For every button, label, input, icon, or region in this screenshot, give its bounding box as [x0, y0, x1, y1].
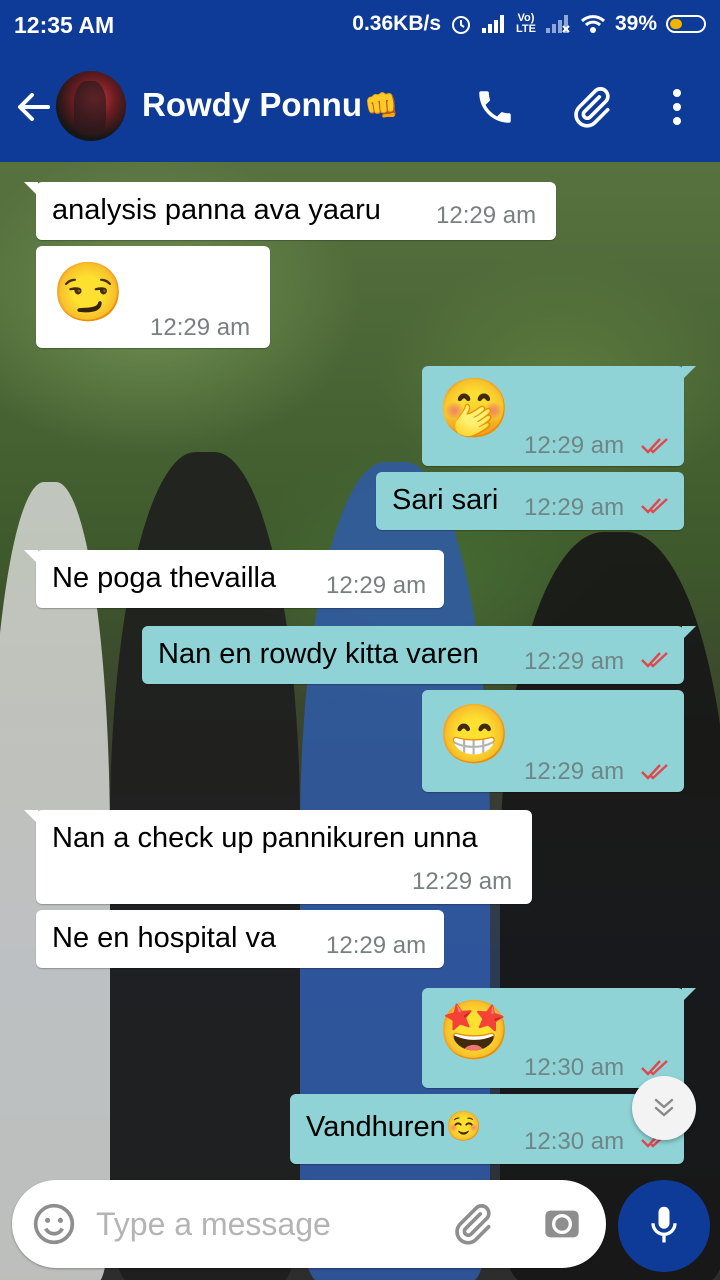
- message-time: 12:29 am: [412, 868, 513, 895]
- message-text: Ne en hospital va: [52, 922, 277, 954]
- outgoing-message[interactable]: Nan en rowdy kitta varen 12:29 am: [142, 626, 696, 684]
- read-receipt-icon: [641, 652, 668, 668]
- battery-percent: 39%: [614, 12, 657, 35]
- message-time: 12:29 am: [524, 758, 625, 785]
- message-composer: Type a message: [12, 1180, 606, 1268]
- message-time: 12:29 am: [326, 932, 427, 959]
- mic-button[interactable]: [618, 1180, 710, 1272]
- message-emoji: 😁: [438, 702, 511, 767]
- message-input[interactable]: Type a message: [96, 1206, 331, 1243]
- incoming-message[interactable]: Nan a check up pannikuren unna 12:29 am: [24, 810, 532, 904]
- attach-icon[interactable]: [566, 82, 616, 132]
- message-time: 12:29 am: [326, 572, 427, 599]
- message-text: Vandhuren☺️: [306, 1111, 482, 1143]
- wifi-icon: [580, 14, 606, 34]
- mic-icon: [651, 1206, 677, 1243]
- incoming-message[interactable]: Ne poga thevailla 12:29 am: [24, 550, 444, 608]
- message-time: 12:29 am: [524, 432, 625, 459]
- read-receipt-icon: [641, 764, 668, 780]
- message-time: 12:29 am: [436, 202, 537, 229]
- message-time: 12:30 am: [524, 1054, 625, 1081]
- more-options-icon[interactable]: [652, 82, 702, 132]
- status-icons: 0.36KB/s Vo) LTE 39%: [352, 12, 706, 36]
- signal-icon: [481, 14, 507, 34]
- contact-avatar[interactable]: [56, 71, 126, 141]
- read-receipt-icon: [641, 498, 668, 514]
- status-time: 12:35 AM: [14, 12, 115, 38]
- message-text: Ne poga thevailla: [52, 562, 277, 594]
- message-time: 12:29 am: [524, 494, 625, 521]
- read-receipt-icon: [641, 1060, 668, 1076]
- message-text: Nan a check up pannikuren unna: [52, 822, 478, 854]
- incoming-message[interactable]: analysis panna ava yaaru 12:29 am: [24, 182, 556, 240]
- message-time: 12:29 am: [524, 648, 625, 675]
- status-bar: 12:35 AM 0.36KB/s Vo) LTE 39%: [0, 0, 720, 52]
- chat-area[interactable]: analysis panna ava yaaru 12:29 am 😏 12:2…: [0, 162, 720, 1280]
- phone-call-icon[interactable]: [470, 82, 520, 132]
- chevron-double-down-icon: [654, 1098, 674, 1117]
- message-emoji: 😏: [52, 260, 125, 325]
- scroll-to-bottom-button[interactable]: [632, 1076, 696, 1140]
- outgoing-message[interactable]: 😁 12:29 am: [422, 690, 684, 792]
- chat-header: Rowdy Ponnu 👊: [0, 52, 720, 162]
- incoming-message[interactable]: 😏 12:29 am: [36, 246, 270, 348]
- message-time: 12:29 am: [150, 314, 251, 341]
- message-time: 12:30 am: [524, 1128, 625, 1155]
- outgoing-message[interactable]: Sari sari 12:29 am: [376, 472, 684, 530]
- outgoing-message[interactable]: 🤭 12:29 am: [422, 366, 696, 466]
- message-emoji: 🤩: [438, 998, 511, 1063]
- contact-name-label: Rowdy Ponnu: [142, 86, 362, 123]
- message-emoji: 🤭: [438, 376, 511, 441]
- lte-icon: Vo) LTE: [516, 12, 536, 35]
- signal-weak-icon: [545, 14, 571, 34]
- network-speed: 0.36KB/s: [352, 12, 441, 35]
- incoming-message[interactable]: Ne en hospital va 12:29 am: [36, 910, 444, 968]
- back-arrow-icon[interactable]: [12, 85, 56, 129]
- alarm-icon: [450, 13, 472, 35]
- outgoing-message[interactable]: Vandhuren☺️ 12:30 am: [290, 1094, 684, 1164]
- fist-emoji: 👊: [363, 89, 399, 121]
- outgoing-message[interactable]: 🤩 12:30 am: [422, 988, 696, 1088]
- emoji-icon[interactable]: [30, 1200, 78, 1248]
- message-text: analysis panna ava yaaru: [52, 194, 381, 226]
- read-receipt-icon: [641, 438, 668, 454]
- camera-icon[interactable]: [538, 1200, 586, 1248]
- attach-icon[interactable]: [448, 1200, 496, 1248]
- smile-emoji: ☺️: [445, 1111, 482, 1143]
- message-text: Sari sari: [392, 484, 499, 516]
- contact-name[interactable]: Rowdy Ponnu 👊: [142, 86, 399, 124]
- message-text: Nan en rowdy kitta varen: [158, 638, 479, 670]
- battery-icon: [666, 15, 706, 33]
